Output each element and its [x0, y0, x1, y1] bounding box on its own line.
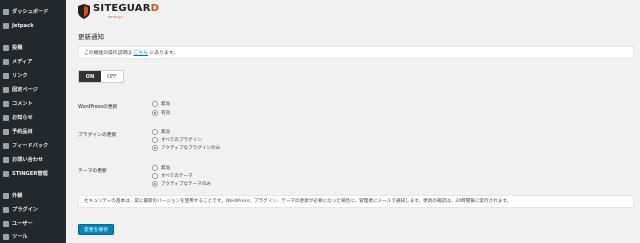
- plugin-option-active[interactable]: アクティブなプラグインのみ: [152, 144, 220, 151]
- plugin-icon: [3, 206, 9, 213]
- info-box: この機能の操作説明は こちら にあります。: [78, 46, 634, 59]
- plugin-option-disabled[interactable]: 無効: [152, 128, 170, 135]
- sidebar-item-contact[interactable]: お問い合わせ: [0, 154, 66, 165]
- save-button[interactable]: 変更を保存: [78, 224, 114, 235]
- dashboard-icon: [3, 8, 9, 15]
- theme-update-label: テーマの更新: [78, 169, 107, 174]
- sidebar-item-tools[interactable]: ツール: [0, 231, 66, 242]
- sidebar-item-dashboard[interactable]: ダッシュボード: [0, 6, 66, 17]
- sidebar-item-feedback[interactable]: フィードバック: [0, 140, 66, 151]
- sidebar-item-label: 投稿: [12, 45, 23, 51]
- description-text: セキュリティの基本は、常に最新のバージョンを使用することです。WordPress…: [84, 199, 512, 204]
- theme-option-active[interactable]: アクティブなテーマのみ: [152, 180, 211, 187]
- media-icon: [3, 58, 9, 65]
- sidebar-item-stinger[interactable]: STINGER管理: [0, 168, 66, 179]
- shield-logo-icon: [78, 4, 90, 19]
- logo-brand: SITEGUARD: [93, 3, 160, 14]
- brush-icon: [3, 192, 9, 199]
- admin-sidebar: ダッシュボード Jetpack 投稿 メディア リンク 固定ページ コメント お…: [0, 0, 66, 243]
- plugin-update-label: プラグインの更新: [78, 133, 117, 138]
- sidebar-item-notices[interactable]: お知らせ: [0, 112, 66, 123]
- sidebar-item-label: 外観: [12, 193, 23, 199]
- sidebar-item-appearance[interactable]: 外観: [0, 190, 66, 201]
- radio-button-checked[interactable]: [152, 144, 158, 151]
- user-icon: [3, 220, 9, 227]
- page-title: 更新通知: [78, 33, 104, 41]
- radio-button-checked[interactable]: [152, 109, 158, 116]
- sidebar-item-label: Jetpack: [12, 22, 34, 29]
- theme-option-disabled[interactable]: 無効: [152, 164, 170, 171]
- theme-option-all[interactable]: すべてのテーマ: [152, 172, 193, 179]
- sidebar-item-media[interactable]: メディア: [0, 56, 66, 67]
- sidebar-item-label: フィードバック: [12, 143, 49, 149]
- tools-icon: [3, 233, 9, 240]
- sidebar-item-label: ユーザー: [12, 221, 33, 227]
- radio-button[interactable]: [152, 136, 158, 143]
- sidebar-item-label: 予約品目: [12, 129, 33, 135]
- radio-button-checked[interactable]: [152, 180, 158, 187]
- wordpress-update-label: WordPressの更新: [78, 105, 118, 110]
- help-link[interactable]: こちら: [134, 51, 148, 56]
- settings-icon: [3, 170, 9, 177]
- wordpress-option-enabled[interactable]: 有効: [152, 109, 170, 116]
- info-text: この機能の操作説明は こちら にあります。: [84, 51, 178, 56]
- radio-button[interactable]: [152, 100, 158, 107]
- mail-icon: [3, 156, 9, 163]
- sidebar-item-label: プラグイン: [12, 207, 38, 213]
- logo-subtitle: WP Plugin: [108, 15, 123, 19]
- notification-toggle[interactable]: ON OFF: [78, 70, 124, 83]
- radio-button[interactable]: [152, 172, 158, 179]
- pin-icon: [3, 128, 9, 135]
- link-icon: [3, 72, 9, 79]
- sidebar-item-pages[interactable]: 固定ページ: [0, 84, 66, 95]
- sidebar-item-links[interactable]: リンク: [0, 70, 66, 81]
- toggle-off-button[interactable]: OFF: [101, 71, 123, 82]
- sidebar-item-label: STINGER管理: [12, 171, 48, 177]
- sidebar-item-label: メディア: [12, 59, 33, 65]
- sidebar-item-label: 固定ページ: [12, 87, 38, 93]
- main-content: SITEGUARD WP Plugin 更新通知 この機能の操作説明は こちら …: [66, 0, 640, 243]
- description-box: セキュリティの基本は、常に最新のバージョンを使用することです。WordPress…: [78, 195, 634, 208]
- wordpress-option-disabled[interactable]: 無効: [152, 100, 170, 107]
- page-icon: [3, 86, 9, 93]
- sidebar-item-reservations[interactable]: 予約品目: [0, 126, 66, 137]
- jetpack-icon: [3, 22, 9, 29]
- sidebar-item-label: ツール: [12, 234, 28, 240]
- sidebar-item-users[interactable]: ユーザー: [0, 218, 66, 229]
- sidebar-item-posts[interactable]: 投稿: [0, 42, 66, 53]
- siteguard-logo: SITEGUARD WP Plugin: [78, 3, 159, 20]
- sidebar-item-comments[interactable]: コメント: [0, 98, 66, 109]
- radio-button[interactable]: [152, 164, 158, 171]
- toggle-on-button[interactable]: ON: [79, 71, 101, 82]
- comment-icon: [3, 100, 9, 107]
- sidebar-item-label: コメント: [12, 101, 33, 107]
- sidebar-item-label: お知らせ: [12, 115, 33, 121]
- sidebar-item-label: ダッシュボード: [12, 9, 49, 15]
- pin-icon: [3, 44, 9, 51]
- sidebar-item-jetpack[interactable]: Jetpack: [0, 20, 66, 31]
- pin-icon: [3, 114, 9, 121]
- sidebar-item-label: お問い合わせ: [12, 157, 44, 163]
- feedback-icon: [3, 142, 9, 149]
- sidebar-item-plugins[interactable]: プラグイン: [0, 204, 66, 215]
- plugin-option-all[interactable]: すべてのプラグイン: [152, 136, 202, 143]
- sidebar-item-label: リンク: [12, 73, 28, 79]
- radio-button[interactable]: [152, 128, 158, 135]
